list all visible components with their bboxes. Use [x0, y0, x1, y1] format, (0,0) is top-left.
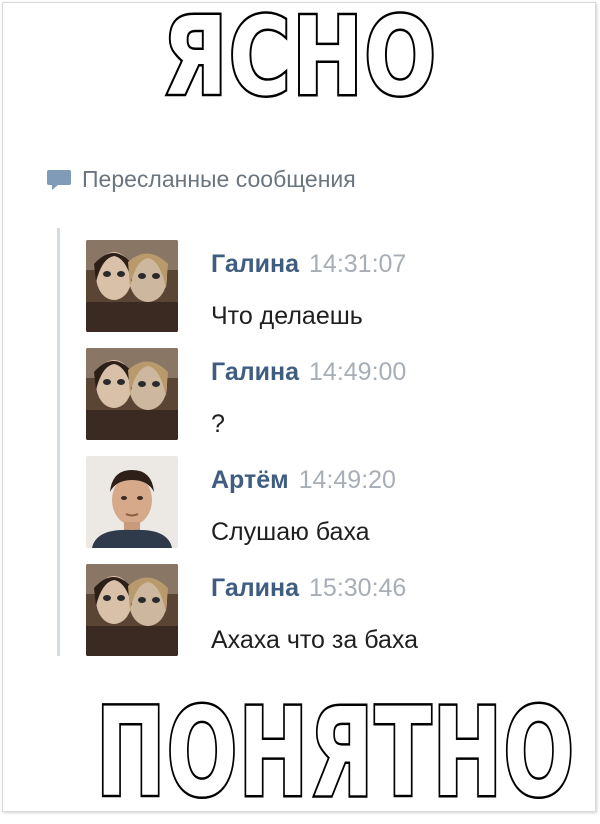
avatar[interactable] — [86, 564, 178, 656]
message-time[interactable]: 14:31:07 — [309, 250, 406, 278]
message-text: Что делаешь — [211, 302, 363, 330]
author-name[interactable]: Галина — [211, 250, 299, 278]
message-time[interactable]: 14:49:00 — [309, 358, 406, 386]
message-text: Слушаю баха — [211, 518, 370, 546]
avatar[interactable] — [86, 456, 178, 548]
meme-caption-top: ЯСНО — [161, 0, 438, 120]
message-text: ? — [211, 410, 225, 438]
author-name[interactable]: Артём — [211, 466, 289, 494]
meme-caption-bottom: ПОНЯТНО — [94, 682, 576, 824]
thread-line — [57, 228, 60, 656]
speech-bubble-icon — [47, 169, 71, 190]
avatar[interactable] — [86, 240, 178, 332]
message-time[interactable]: 14:49:20 — [299, 466, 396, 494]
message-time[interactable]: 15:30:46 — [309, 574, 406, 602]
avatar[interactable] — [86, 348, 178, 440]
author-name[interactable]: Галина — [211, 358, 299, 386]
author-name[interactable]: Галина — [211, 574, 299, 602]
message-text: Ахаха что за баха — [211, 626, 418, 654]
forwarded-messages-header[interactable]: Пересланные сообщения — [46, 166, 356, 193]
forwarded-messages-title: Пересланные сообщения — [82, 166, 356, 192]
